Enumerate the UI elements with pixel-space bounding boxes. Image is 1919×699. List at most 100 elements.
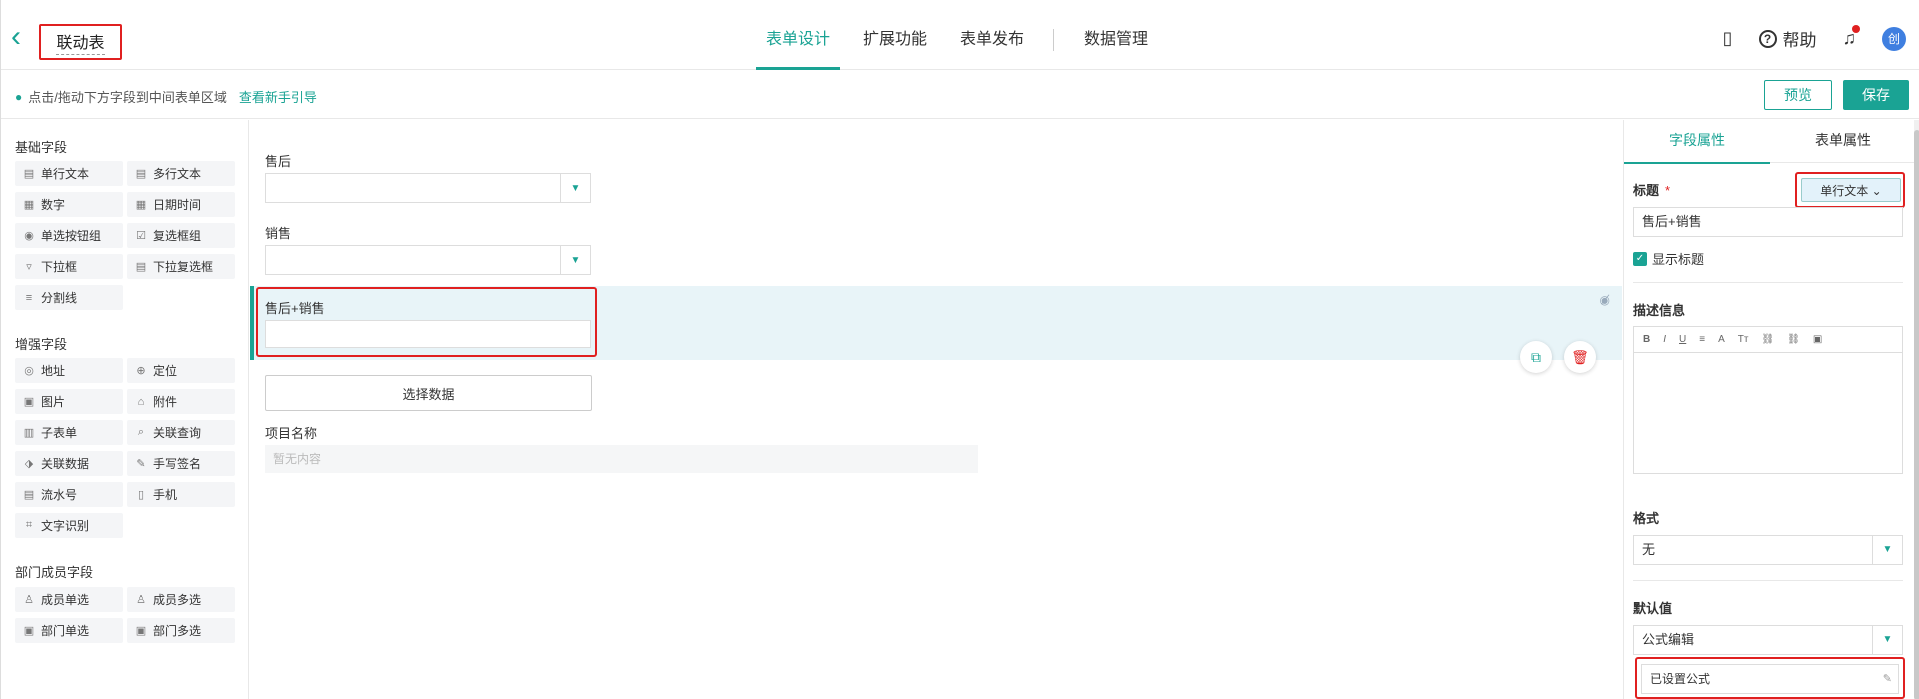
help-button[interactable]: ? 帮助 [1758, 26, 1817, 51]
field-ocr[interactable]: ⌗ 文字识别 [15, 513, 123, 538]
chevron-down-icon: ▼ [1872, 626, 1902, 654]
back-arrow-icon[interactable]: ‹ [11, 22, 35, 52]
properties-panel: 字段属性 表单属性 标题 * 单行文本 ⌄ 售后+销售 ✓ 显示标题 描述信息 B… [1623, 120, 1919, 699]
show-title-checkbox[interactable]: ✓ 显示标题 [1633, 249, 1704, 268]
tab-form-design[interactable]: 表单设计 [756, 10, 841, 70]
divider-icon: ≡ [25, 291, 33, 304]
field-datetime[interactable]: ▦ 日期时间 [127, 192, 235, 217]
underline-icon[interactable]: U [1679, 334, 1686, 345]
preview-button[interactable]: 预览 [1764, 80, 1832, 110]
field-single-line[interactable]: ▤ 单行文本 [15, 161, 123, 186]
app-window: ‹ 联动表 表单设计 扩展功能 表单发布 数据管理 ▯ ? 帮助 ♫ 创 ● 点… [0, 0, 1919, 699]
department-icon: ▣ [23, 625, 35, 637]
combined-field-input[interactable] [265, 320, 591, 348]
field-divider[interactable]: ≡ 分割线 [15, 285, 123, 310]
image-icon: ▣ [23, 396, 35, 408]
field-member-multi[interactable]: ♙ 成员多选 [127, 587, 235, 612]
chevron-down-icon: ▼ [560, 174, 590, 202]
field-multi-line[interactable]: ▤ 多行文本 [127, 161, 235, 186]
field-serial-number[interactable]: ▤ 流水号 [15, 482, 123, 507]
italic-icon[interactable]: I [1663, 334, 1666, 345]
field-attachment[interactable]: ⌂ 附件 [127, 389, 235, 414]
avatar[interactable]: 创 [1882, 26, 1906, 51]
field-signature[interactable]: ✎ 手写签名 [127, 451, 235, 476]
field-address[interactable]: ◎ 地址 [15, 358, 123, 383]
divider [1633, 282, 1903, 283]
hidden-eye-icon[interactable]: ◉̸ [1600, 293, 1610, 307]
copy-icon[interactable]: ⧉ [1520, 341, 1552, 373]
bell-icon[interactable]: ♫ [1843, 25, 1860, 49]
sales-select[interactable]: ▼ [265, 245, 591, 275]
field-linked-query[interactable]: ⌕ 关联查询 [127, 420, 235, 445]
form-title-box[interactable]: 联动表 [39, 24, 122, 60]
default-mode-select[interactable]: 公式编辑 ▼ [1633, 625, 1903, 655]
unlink-icon[interactable]: ⛓ [1787, 334, 1800, 345]
default-value-label: 默认值 [1633, 601, 1673, 616]
field-label-sales: 销售 [265, 226, 292, 241]
panel-scrollbar[interactable] [1914, 120, 1919, 699]
delete-icon[interactable]: 🗑 [1564, 341, 1596, 373]
field-subform[interactable]: ▥ 子表单 [15, 420, 123, 445]
field-dept-single[interactable]: ▣ 部门单选 [15, 618, 123, 643]
field-dept-multi[interactable]: ▣ 部门多选 [127, 618, 235, 643]
field-phone[interactable]: ▯ 手机 [127, 482, 235, 507]
pin-icon: ● [15, 89, 23, 104]
check-icon: ✓ [1633, 251, 1647, 266]
guide-link[interactable]: 查看新手引导 [239, 87, 317, 106]
field-checkbox[interactable]: ☑ 复选框组 [127, 223, 235, 248]
tab-field-properties[interactable]: 字段属性 [1624, 120, 1770, 164]
field-linked-data[interactable]: ⬗ 关联数据 [15, 451, 123, 476]
after-sales-select[interactable]: ▼ [265, 173, 591, 203]
hint-text: 点击/拖动下方字段到中间表单区域 [28, 90, 227, 105]
field-member-single[interactable]: ♙ 成员单选 [15, 587, 123, 612]
top-header: ‹ 联动表 表单设计 扩展功能 表单发布 数据管理 ▯ ? 帮助 ♫ 创 [1, 10, 1919, 70]
field-image[interactable]: ▣ 图片 [15, 389, 123, 414]
link-icon[interactable]: ⛓ [1761, 334, 1774, 345]
align-icon[interactable]: ≡ [1699, 334, 1705, 345]
choose-data-button[interactable]: 选择数据 [265, 375, 592, 411]
help-label: 帮助 [1782, 31, 1817, 50]
project-name-empty: 暂无内容 [265, 445, 978, 473]
formula-status-field[interactable]: 已设置公式 ✎ [1641, 664, 1899, 694]
image-icon[interactable]: ▣ [1813, 334, 1822, 345]
tab-data-management[interactable]: 数据管理 [1074, 10, 1158, 70]
basic-fields-title: 基础字段 [15, 140, 68, 155]
phone-icon: ▯ [137, 489, 145, 501]
mobile-icon[interactable]: ▯ [1723, 28, 1733, 49]
field-radio[interactable]: ◉ 单选按钮组 [15, 223, 123, 248]
scrollbar-thumb[interactable] [1914, 130, 1919, 699]
field-label-after-sales: 售后 [265, 154, 292, 169]
main-tabs: 表单设计 扩展功能 表单发布 数据管理 [756, 10, 1171, 70]
tab-extensions[interactable]: 扩展功能 [853, 10, 937, 70]
hint-text-row: ● 点击/拖动下方字段到中间表单区域 查看新手引导 [15, 87, 317, 106]
users-icon: ♙ [136, 594, 146, 606]
field-type-dropdown[interactable]: 单行文本 ⌄ [1801, 178, 1901, 202]
tab-publish[interactable]: 表单发布 [950, 10, 1034, 70]
font-size-icon[interactable]: Tт [1738, 334, 1749, 345]
save-button[interactable]: 保存 [1843, 80, 1909, 110]
bold-icon[interactable]: B [1643, 334, 1650, 345]
description-editor[interactable]: B I U ≡ A Tт ⛓ ⛓ ▣ [1633, 326, 1903, 474]
show-title-label: 显示标题 [1652, 252, 1705, 267]
serial-icon: ▤ [23, 489, 35, 501]
title-input[interactable]: 售后+销售 [1633, 207, 1903, 237]
departments-icon: ▣ [135, 625, 147, 637]
tab-form-properties[interactable]: 表单属性 [1770, 120, 1916, 162]
edit-formula-icon[interactable]: ✎ [1883, 665, 1892, 693]
field-palette: 基础字段 ▤ 单行文本 ▤ 多行文本 ▦ 数字 ▦ 日期时间 ◉ 单选按钮组 ☑ 复选框组 … [1, 120, 249, 699]
form-title[interactable]: 联动表 [56, 29, 105, 55]
format-select[interactable]: 无 ▼ [1633, 535, 1903, 565]
field-dropdown[interactable]: ▿ 下拉框 [15, 254, 123, 279]
tab-divider [1053, 29, 1055, 51]
field-label-project-name: 项目名称 [265, 426, 318, 441]
link-search-icon: ⌕ [137, 426, 145, 438]
chevron-down-icon: ⌄ [1871, 183, 1882, 198]
font-color-icon[interactable]: A [1718, 334, 1725, 345]
title-label: 标题 * [1633, 183, 1671, 198]
field-geolocation[interactable]: ⊕ 定位 [127, 358, 235, 383]
field-number[interactable]: ▦ 数字 [15, 192, 123, 217]
question-icon: ? [1758, 29, 1777, 48]
calendar-icon: ▦ [135, 199, 147, 211]
field-multi-dropdown[interactable]: ▤ 下拉复选框 [127, 254, 235, 279]
table-icon: ▥ [23, 427, 35, 439]
